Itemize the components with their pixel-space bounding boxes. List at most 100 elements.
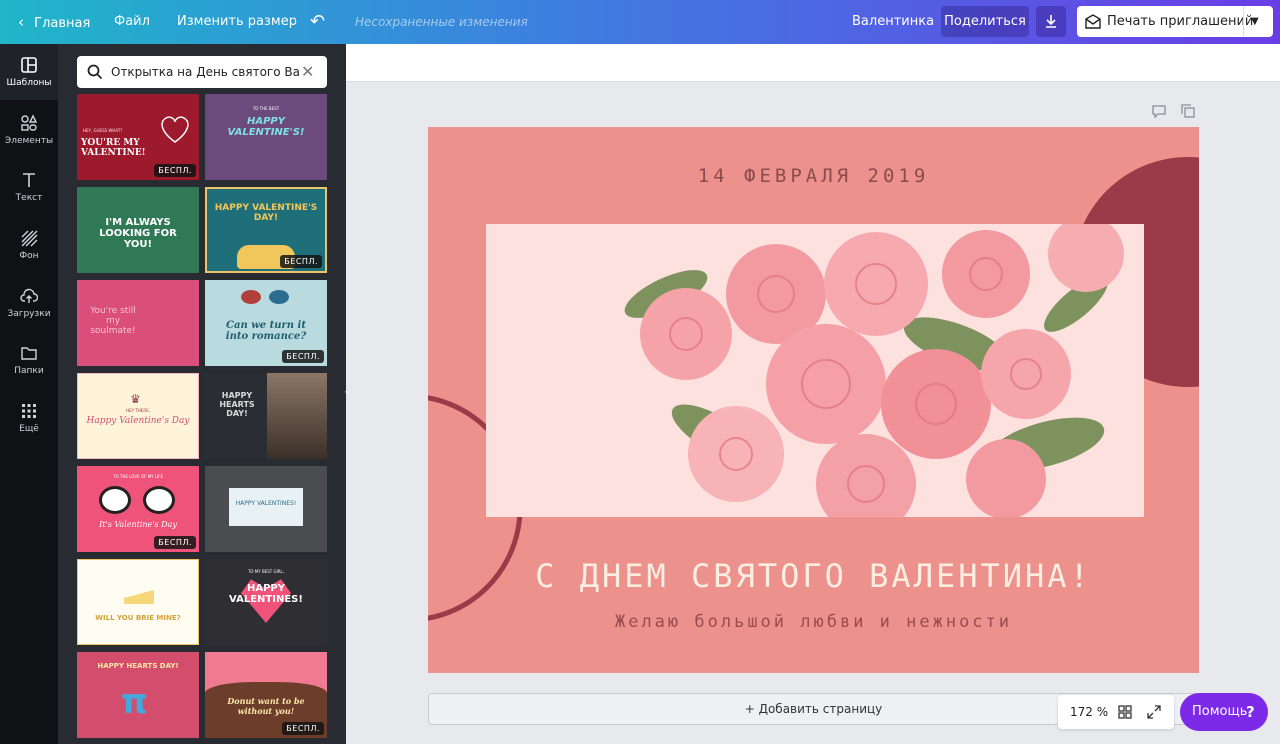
template-thumbnail[interactable]: TO THE BEST HAPPY VALENTINE'S! — [205, 94, 327, 180]
crown-icon: ♛ — [130, 392, 141, 406]
template-thumbnail[interactable]: ♛ HEY THERE, Happy Valentine's Day — [77, 373, 199, 459]
print-invitations-button[interactable]: Печать приглашений ▼ — [1077, 6, 1273, 37]
question-icon: ? — [1246, 703, 1255, 721]
template-thumbnail[interactable]: I'M ALWAYS LOOKING FOR YOU! — [77, 187, 199, 273]
home-link[interactable]: ‹ Главная — [18, 0, 90, 44]
template-heading: Can we turn it into romance? — [225, 320, 307, 342]
envelope-icon — [1085, 14, 1101, 29]
template-heading: Happy Valentine's Day — [86, 416, 190, 426]
templates-icon — [21, 57, 37, 73]
card-date[interactable]: 14 ФЕВРАЛЯ 2019 — [428, 165, 1199, 187]
chevron-left-icon: ‹ — [18, 13, 24, 31]
template-thumbnail[interactable]: TO THE LOVE OF MY LIFE It's Valentine's … — [77, 466, 199, 552]
template-heading: You're still my soulmate! — [90, 306, 136, 336]
template-thumbnail[interactable]: HAPPY HEARTS DAY! — [205, 373, 327, 459]
search-icon — [87, 64, 103, 80]
print-label: Печать приглашений — [1107, 14, 1254, 29]
template-thumbnail[interactable]: HEY, GUESS WHAT? YOU'RE MY VALENTINE! БЕ… — [77, 94, 199, 180]
design-name[interactable]: Валентинка — [852, 0, 934, 44]
template-heading: HAPPY VALENTINES! — [229, 583, 303, 605]
template-heading: HAPPY VALENTINE'S! — [227, 116, 305, 138]
template-thumbnail[interactable]: TO MY BEST GIRL, HAPPY VALENTINES! — [205, 559, 327, 645]
rail-item-background[interactable]: Фон — [0, 217, 58, 273]
template-kicker: TO THE LOVE OF MY LIFE — [113, 474, 163, 479]
template-heading: It's Valentine's Day — [99, 520, 177, 529]
heart-icon — [161, 116, 189, 143]
free-badge: БЕСПЛ. — [282, 722, 324, 735]
rail-label-text: Текст — [15, 193, 43, 203]
unsaved-status: Несохраненные изменения — [355, 15, 528, 29]
chevron-down-icon[interactable]: ▼ — [1251, 6, 1259, 37]
card-frame — [229, 488, 303, 526]
duplicate-page-icon[interactable] — [1181, 104, 1195, 118]
rail-item-text[interactable]: Текст — [0, 159, 58, 215]
resize-menu[interactable]: Изменить размер — [177, 0, 297, 44]
template-thumbnail[interactable]: HAPPY VALENTINE'S DAY! БЕСПЛ. — [205, 187, 327, 273]
free-badge: БЕСПЛ. — [154, 536, 196, 549]
portrait-photo — [267, 373, 327, 459]
template-thumbnail[interactable]: Donut want to be without you! БЕСПЛ. — [205, 652, 327, 738]
template-heading: HAPPY VALENTINES! — [235, 500, 297, 507]
home-label: Главная — [34, 16, 91, 31]
free-badge: БЕСПЛ. — [282, 350, 324, 363]
template-thumbnail[interactable]: You're still my soulmate! — [77, 280, 199, 366]
share-button[interactable]: Поделиться — [941, 6, 1029, 37]
template-kicker: TO MY BEST GIRL, — [247, 569, 285, 574]
left-rail: Шаблоны Элементы Текст Фон Загрузки Папк… — [0, 44, 58, 744]
rail-item-more[interactable]: Ещё — [0, 390, 58, 446]
panda-icon — [99, 482, 179, 516]
rail-label-folders: Папки — [14, 366, 44, 376]
undo-icon[interactable]: ↶ — [310, 0, 325, 44]
folder-icon — [21, 347, 37, 360]
search-input[interactable] — [111, 56, 299, 88]
download-button[interactable] — [1036, 6, 1066, 37]
fullscreen-icon[interactable] — [1147, 705, 1161, 719]
card-title[interactable]: С ДНЕМ СВЯТОГО ВАЛЕНТИНА! — [428, 557, 1199, 595]
close-icon[interactable]: ✕ — [301, 63, 314, 81]
valentine-card[interactable]: 14 ФЕВРАЛЯ 2019 С ДНЕМ СВЯТОГО ВАЛЕНТИНА… — [428, 127, 1199, 673]
editor-toolbar — [346, 44, 1280, 82]
template-heading: I'M ALWAYS LOOKING FOR YOU! — [99, 217, 177, 250]
free-badge: БЕСПЛ. — [280, 255, 322, 268]
print-divider — [1243, 6, 1244, 37]
template-thumbnail[interactable]: HAPPY HEARTS DAY! π — [77, 652, 199, 738]
zoom-level[interactable]: 172 % — [1070, 695, 1108, 729]
upload-cloud-icon — [20, 288, 38, 303]
mustache-icon — [241, 290, 291, 304]
rail-item-folders[interactable]: Папки — [0, 332, 58, 388]
template-heading: WILL YOU BRIE MINE? — [95, 614, 181, 622]
pi-icon: π — [121, 682, 148, 722]
grid-dots-icon — [22, 404, 36, 418]
help-button[interactable]: Помощь ? — [1180, 693, 1268, 731]
template-thumbnail[interactable]: WILL YOU BRIE MINE? — [77, 559, 199, 645]
template-heading: HAPPY HEARTS DAY! — [97, 662, 179, 670]
file-menu[interactable]: Файл — [114, 0, 150, 44]
rail-label-templates: Шаблоны — [6, 78, 52, 88]
cheese-icon — [124, 590, 154, 604]
template-thumbnail[interactable]: HAPPY VALENTINES! — [205, 466, 327, 552]
rail-label-more: Ещё — [19, 424, 39, 434]
comment-icon[interactable] — [1152, 104, 1166, 118]
top-bar: ‹ Главная Файл Изменить размер ↶ Несохра… — [0, 0, 1280, 44]
help-label: Помощь — [1192, 704, 1248, 719]
background-icon — [21, 230, 38, 247]
template-heading: YOU'RE MY VALENTINE! — [81, 138, 146, 158]
grid-view-icon[interactable] — [1118, 705, 1132, 719]
roses-image — [486, 224, 1144, 517]
rail-label-uploads: Загрузки — [7, 309, 51, 319]
download-icon — [1046, 15, 1056, 28]
template-heading: HAPPY HEARTS DAY! — [219, 391, 255, 418]
elements-icon — [21, 114, 38, 131]
templates-panel: ✕ HEY, GUESS WHAT? YOU'RE MY VALENTINE! … — [58, 44, 346, 744]
rail-label-background: Фон — [19, 251, 39, 261]
template-thumbnail[interactable]: Can we turn it into romance? БЕСПЛ. — [205, 280, 327, 366]
card-subtitle[interactable]: Желаю большой любви и нежности — [428, 612, 1199, 632]
rail-item-uploads[interactable]: Загрузки — [0, 275, 58, 331]
search-box: ✕ — [77, 56, 327, 88]
zoom-controls: 172 % — [1058, 695, 1174, 729]
template-heading: Donut want to be without you! — [227, 696, 305, 716]
roses-photo[interactable] — [486, 224, 1144, 517]
rail-item-elements[interactable]: Элементы — [0, 102, 58, 158]
template-kicker: TO THE BEST — [252, 106, 280, 111]
rail-item-templates[interactable]: Шаблоны — [0, 44, 58, 100]
